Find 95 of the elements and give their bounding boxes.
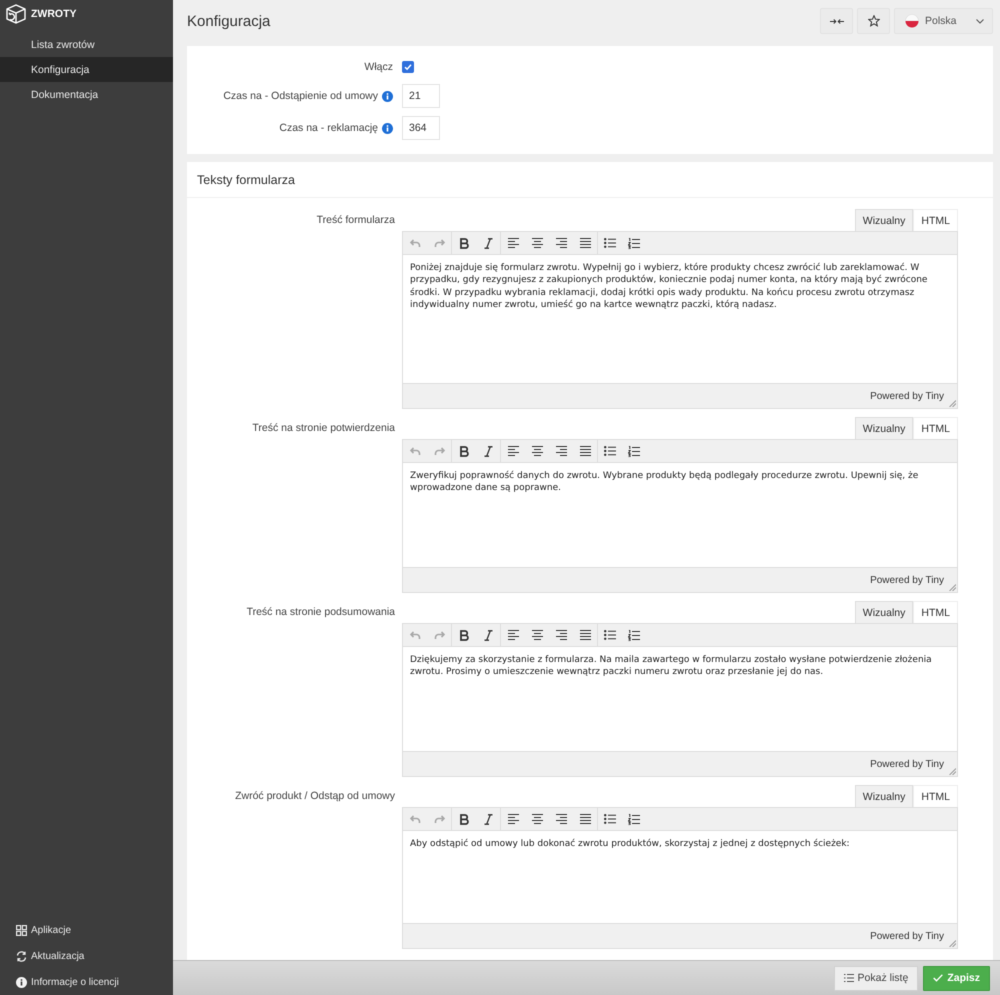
redo-icon bbox=[434, 446, 444, 456]
check-icon bbox=[933, 974, 944, 982]
align-left-icon bbox=[508, 814, 518, 824]
editor-tab[interactable]: HTML bbox=[913, 209, 958, 231]
redo-icon bbox=[434, 814, 444, 824]
align-left-icon bbox=[508, 238, 518, 248]
undo-icon bbox=[410, 814, 420, 824]
align-justify-icon bbox=[580, 814, 590, 824]
number-field[interactable]: 364 bbox=[402, 116, 440, 140]
field-label: Treść na stronie potwierdzenia bbox=[252, 422, 395, 434]
editor-tab[interactable]: HTML bbox=[913, 417, 958, 439]
info-icon bbox=[382, 122, 393, 134]
numbered-list-icon bbox=[628, 238, 640, 248]
field-label: Zwróć produkt / Odstąp od umowy bbox=[235, 790, 395, 802]
sidebar-item[interactable]: Konfiguracja bbox=[0, 57, 173, 82]
align-justify-icon bbox=[580, 446, 590, 456]
editor-tab[interactable]: Wizualny bbox=[854, 601, 914, 623]
refresh-icon bbox=[16, 950, 27, 962]
box-arrow-icon bbox=[5, 4, 27, 24]
undo-icon bbox=[410, 238, 420, 248]
align-justify-icon bbox=[580, 238, 590, 248]
numbered-list-icon bbox=[628, 814, 640, 824]
collapse-button[interactable] bbox=[820, 8, 853, 34]
numbered-list-icon bbox=[628, 446, 640, 456]
powered-by-link[interactable]: Powered by Tiny bbox=[870, 758, 944, 770]
info-icon bbox=[16, 976, 27, 988]
editor-tab[interactable]: Wizualny bbox=[854, 417, 914, 439]
resize-handle-icon[interactable] bbox=[949, 400, 956, 407]
bold-icon bbox=[460, 814, 468, 824]
section-title: Teksty formularza bbox=[197, 172, 295, 186]
app-title: ZWROTY bbox=[31, 8, 76, 20]
align-justify-icon bbox=[580, 630, 590, 640]
flag-icon bbox=[905, 14, 919, 28]
editor-tab[interactable]: Wizualny bbox=[854, 785, 914, 807]
field-label: Treść na stronie podsumowania bbox=[246, 606, 395, 618]
bullet-list-icon bbox=[604, 814, 616, 824]
undo-icon bbox=[410, 630, 420, 640]
resize-handle-icon[interactable] bbox=[949, 768, 956, 775]
chevron-down-icon bbox=[976, 18, 984, 24]
powered-by-link[interactable]: Powered by Tiny bbox=[870, 930, 944, 942]
align-center-icon bbox=[532, 814, 542, 824]
align-right-icon bbox=[556, 446, 566, 456]
bold-icon bbox=[460, 446, 468, 456]
redo-icon bbox=[434, 630, 444, 640]
bullet-list-icon bbox=[604, 446, 616, 456]
info-icon bbox=[382, 90, 393, 102]
bold-icon bbox=[460, 630, 468, 640]
align-center-icon bbox=[532, 630, 542, 640]
editor-text: Zweryfikuj poprawność danych do zwrotu. Wybrane produkty będą podlegały procedurze zwrotu. Upewnij się, że wprowadzone dane są poprawne. bbox=[410, 470, 920, 495]
numbered-list-icon bbox=[628, 630, 640, 640]
align-center-icon bbox=[532, 446, 542, 456]
redo-icon bbox=[434, 238, 444, 248]
field-label: Włącz bbox=[364, 60, 393, 72]
editor-tab[interactable]: Wizualny bbox=[854, 209, 914, 231]
undo-icon bbox=[410, 446, 420, 456]
align-center-icon bbox=[532, 238, 542, 248]
list-icon bbox=[844, 974, 854, 982]
field-label: Czas na - reklamację bbox=[279, 122, 378, 134]
italic-icon bbox=[484, 630, 492, 640]
bullet-list-icon bbox=[604, 238, 616, 248]
page-title: Konfiguracja bbox=[187, 12, 270, 30]
arrows-inward-icon bbox=[830, 18, 844, 24]
editor-text: Aby odstąpić od umowy lub dokonać zwrotu produktów, skorzystaj z jednej z dostępnych ścieżek: bbox=[410, 838, 851, 850]
field-label: Treść formularza bbox=[316, 214, 395, 226]
sidebar-item[interactable]: Lista zwrotów bbox=[0, 32, 173, 57]
resize-handle-icon[interactable] bbox=[949, 940, 956, 947]
checkbox[interactable] bbox=[402, 60, 414, 72]
sidebar-item[interactable]: Dokumentacja bbox=[0, 82, 173, 107]
favorite-button[interactable] bbox=[857, 8, 890, 34]
bullet-list-icon bbox=[604, 630, 616, 640]
editor-text: Dziękujemy za skorzystanie z formularza. Na maila zawartego w formularzu zostało wysłane potwierdzenie złożenia zwrotu. Prosimy o umieszczenie wewnątrz paczki numeru zwrotu oraz przesłanie jej do nas. bbox=[410, 654, 933, 679]
align-left-icon bbox=[508, 446, 518, 456]
italic-icon bbox=[484, 238, 492, 248]
align-left-icon bbox=[508, 630, 518, 640]
resize-handle-icon[interactable] bbox=[949, 584, 956, 591]
sidebar-link[interactable]: Aktualizacja bbox=[16, 943, 84, 969]
align-right-icon bbox=[556, 814, 566, 824]
sidebar-link[interactable]: Aplikacje bbox=[16, 917, 72, 943]
number-field[interactable]: 21 bbox=[402, 84, 440, 108]
show-list-button[interactable]: Pokaż listę bbox=[834, 966, 918, 990]
align-right-icon bbox=[556, 238, 566, 248]
editor-text: Poniżej znajduje się formularz zwrotu. Wypełnij go i wybierz, które produkty chcesz zwrócić lub zareklamować. W przypadku, gdy rezygnujesz z zakupionych produktów, koniecznie podaj numer konta, na który mają być zwrócone środki. W przypadku wybrania reklamacji, dodaj krótki opis wady produktu. Na końcu procesu zwrotu otrzymasz indywidualny numer zwrotu, umieść go na kartce wewnątrz paczki, którą nadasz. bbox=[410, 262, 928, 312]
powered-by-link[interactable]: Powered by Tiny bbox=[870, 574, 944, 586]
align-right-icon bbox=[556, 630, 566, 640]
star-icon bbox=[868, 15, 880, 27]
italic-icon bbox=[484, 814, 492, 824]
editor-tab[interactable]: HTML bbox=[913, 785, 958, 807]
italic-icon bbox=[484, 446, 492, 456]
sidebar-link[interactable]: Informacje o licencji bbox=[16, 969, 119, 995]
language-select[interactable]: Polska bbox=[894, 8, 993, 34]
editor-tab[interactable]: HTML bbox=[913, 601, 958, 623]
field-label: Czas na - Odstąpienie od umowy bbox=[223, 90, 378, 102]
grid-icon bbox=[16, 924, 27, 936]
bold-icon bbox=[460, 238, 468, 248]
powered-by-link[interactable]: Powered by Tiny bbox=[870, 390, 944, 402]
